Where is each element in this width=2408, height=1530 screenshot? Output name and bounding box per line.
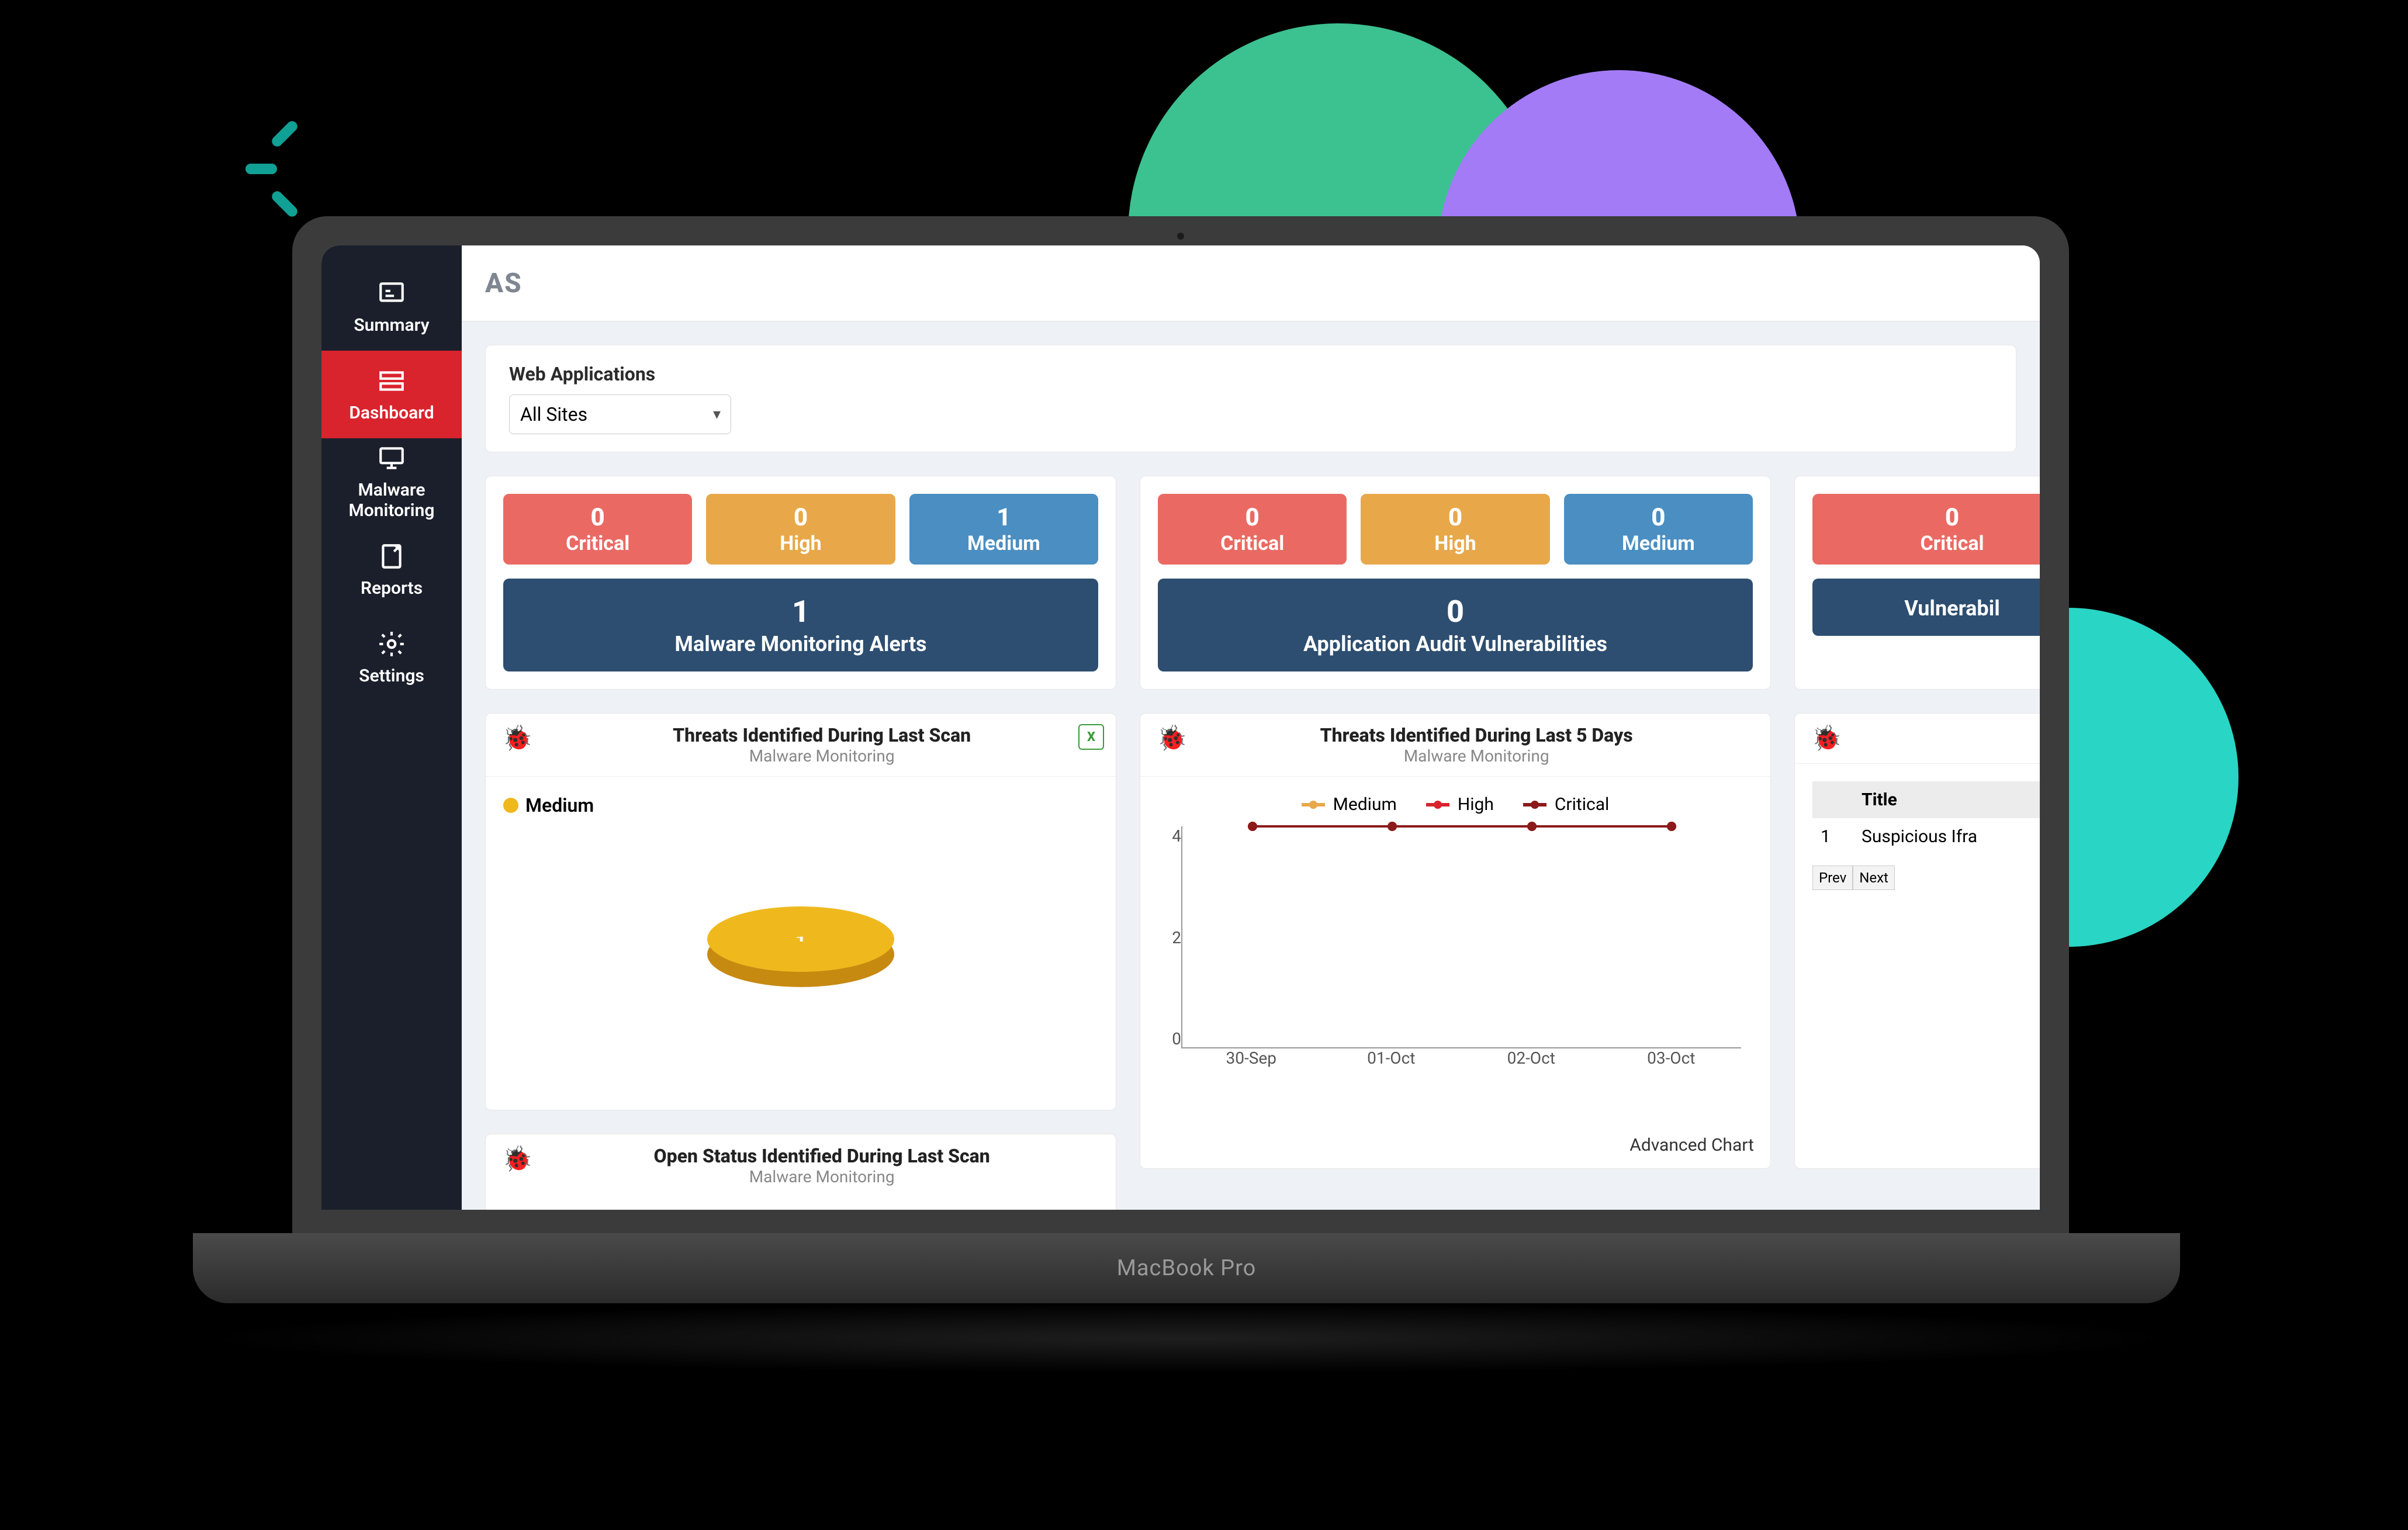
panel-threats-table: 🐞 Title	[1794, 713, 2040, 1169]
table-pager: Prev Next	[1812, 866, 2040, 890]
sidebar-item-dashboard[interactable]: Dashboard	[321, 351, 462, 438]
brand-logo-text: AS	[485, 268, 523, 299]
chip-high[interactable]: 0 High	[706, 494, 895, 565]
chip-medium[interactable]: 0 Medium	[1564, 494, 1753, 565]
sidebar-item-summary[interactable]: Summary	[321, 263, 462, 351]
laptop-frame: Summary Dashboard Malware Monitoring	[292, 216, 2069, 1239]
export-excel-button[interactable]: X	[1078, 724, 1104, 750]
topbar: AS	[462, 245, 2040, 321]
app-screen: Summary Dashboard Malware Monitoring	[321, 245, 2040, 1210]
threats-table-col-index	[1812, 781, 1853, 818]
line-chart-legend: Medium High Critical	[1158, 794, 1753, 815]
bug-icon: 🐞	[1157, 724, 1187, 753]
stat-summary-extra[interactable]: Vulnerabil	[1812, 579, 2040, 636]
dashboard-icon	[377, 366, 406, 396]
panel-open-status: 🐞 Open Status Identified During Last Sca…	[485, 1134, 1116, 1210]
stat-summary-audit[interactable]: 0 Application Audit Vulnerabilities	[1158, 579, 1753, 671]
stat-row: 0 Critical 0 High 1 Medium	[485, 476, 2016, 690]
chip-medium[interactable]: 1 Medium	[909, 494, 1098, 565]
panel-threats-last-scan: 🐞 Threats Identified During Last Scan Ma…	[485, 713, 1116, 1110]
chip-high[interactable]: 0 High	[1361, 494, 1549, 565]
advanced-chart-link[interactable]: Advanced Chart	[1140, 1129, 1770, 1168]
sidebar-item-reports[interactable]: Reports	[321, 526, 462, 614]
line-chart: 420 30-Sep01-Oct02-Oct03-Oct	[1181, 826, 1741, 1078]
sidebar-item-label: Malware Monitoring	[349, 480, 435, 521]
filter-card: Web Applications All Sites	[485, 345, 2016, 452]
laptop-shadow	[193, 1303, 2180, 1373]
laptop-camera	[1177, 233, 1184, 240]
pie-legend-medium: Medium	[503, 794, 1098, 816]
chip-critical[interactable]: 0 Critical	[503, 494, 692, 565]
bug-icon: 🐞	[502, 1145, 532, 1174]
next-button[interactable]: Next	[1853, 866, 1895, 890]
legend-item: Critical	[1523, 794, 1609, 815]
stat-group-extra: 0 Critical Vulnerabil	[1794, 476, 2040, 690]
reports-icon	[377, 542, 406, 571]
chip-critical[interactable]: 0 Critical	[1812, 494, 2040, 565]
web-applications-select[interactable]: All Sites	[509, 394, 731, 434]
sidebar-item-settings[interactable]: Settings	[321, 614, 462, 701]
stat-group-malware: 0 Critical 0 High 1 Medium	[485, 476, 1116, 690]
threats-table-col-title: Title	[1853, 781, 2040, 818]
pie-chart: 1	[503, 816, 1098, 1062]
summary-icon	[377, 279, 406, 308]
pie-slice-value: 1	[707, 906, 894, 972]
laptop-label: MacBook Pro	[1117, 1255, 1257, 1281]
sidebar-item-malware-monitoring[interactable]: Malware Monitoring	[321, 438, 462, 526]
panel-title: Open Status Identified During Last Scan	[544, 1145, 1099, 1167]
panel-threats-last-5-days: 🐞 Threats Identified During Last 5 Days …	[1140, 713, 1771, 1169]
panel-title: Threats Identified During Last Scan	[544, 724, 1099, 746]
table-row[interactable]: 1 Suspicious Ifra	[1812, 818, 2040, 855]
panel-subtitle: Malware Monitoring	[544, 746, 1099, 766]
sidebar: Summary Dashboard Malware Monitoring	[321, 245, 462, 1210]
panel-subtitle: Malware Monitoring	[1199, 746, 1754, 766]
gear-icon	[377, 629, 406, 659]
threats-table: Title 1 Suspicious Ifra	[1812, 781, 2040, 855]
stat-summary-malware[interactable]: 1 Malware Monitoring Alerts	[503, 579, 1098, 671]
panel-row: 🐞 Threats Identified During Last Scan Ma…	[485, 713, 2016, 1210]
sidebar-item-label: Dashboard	[349, 403, 434, 423]
laptop-base: MacBook Pro	[193, 1233, 2180, 1303]
panel-subtitle: Malware Monitoring	[544, 1167, 1099, 1186]
chip-critical[interactable]: 0 Critical	[1158, 494, 1347, 565]
bug-icon: 🐞	[1811, 724, 1842, 753]
legend-item: High	[1426, 794, 1494, 815]
sidebar-item-label: Settings	[359, 666, 424, 686]
prev-button[interactable]: Prev	[1812, 866, 1853, 890]
sidebar-item-label: Summary	[354, 315, 429, 335]
filter-label: Web Applications	[509, 363, 1992, 385]
legend-item: Medium	[1302, 794, 1397, 815]
stat-group-audit: 0 Critical 0 High 0 Medium	[1140, 476, 1771, 690]
panel-title: Threats Identified During Last 5 Days	[1199, 724, 1754, 746]
sidebar-item-label: Reports	[361, 578, 423, 598]
bug-icon: 🐞	[502, 724, 532, 753]
monitor-icon	[377, 444, 406, 473]
